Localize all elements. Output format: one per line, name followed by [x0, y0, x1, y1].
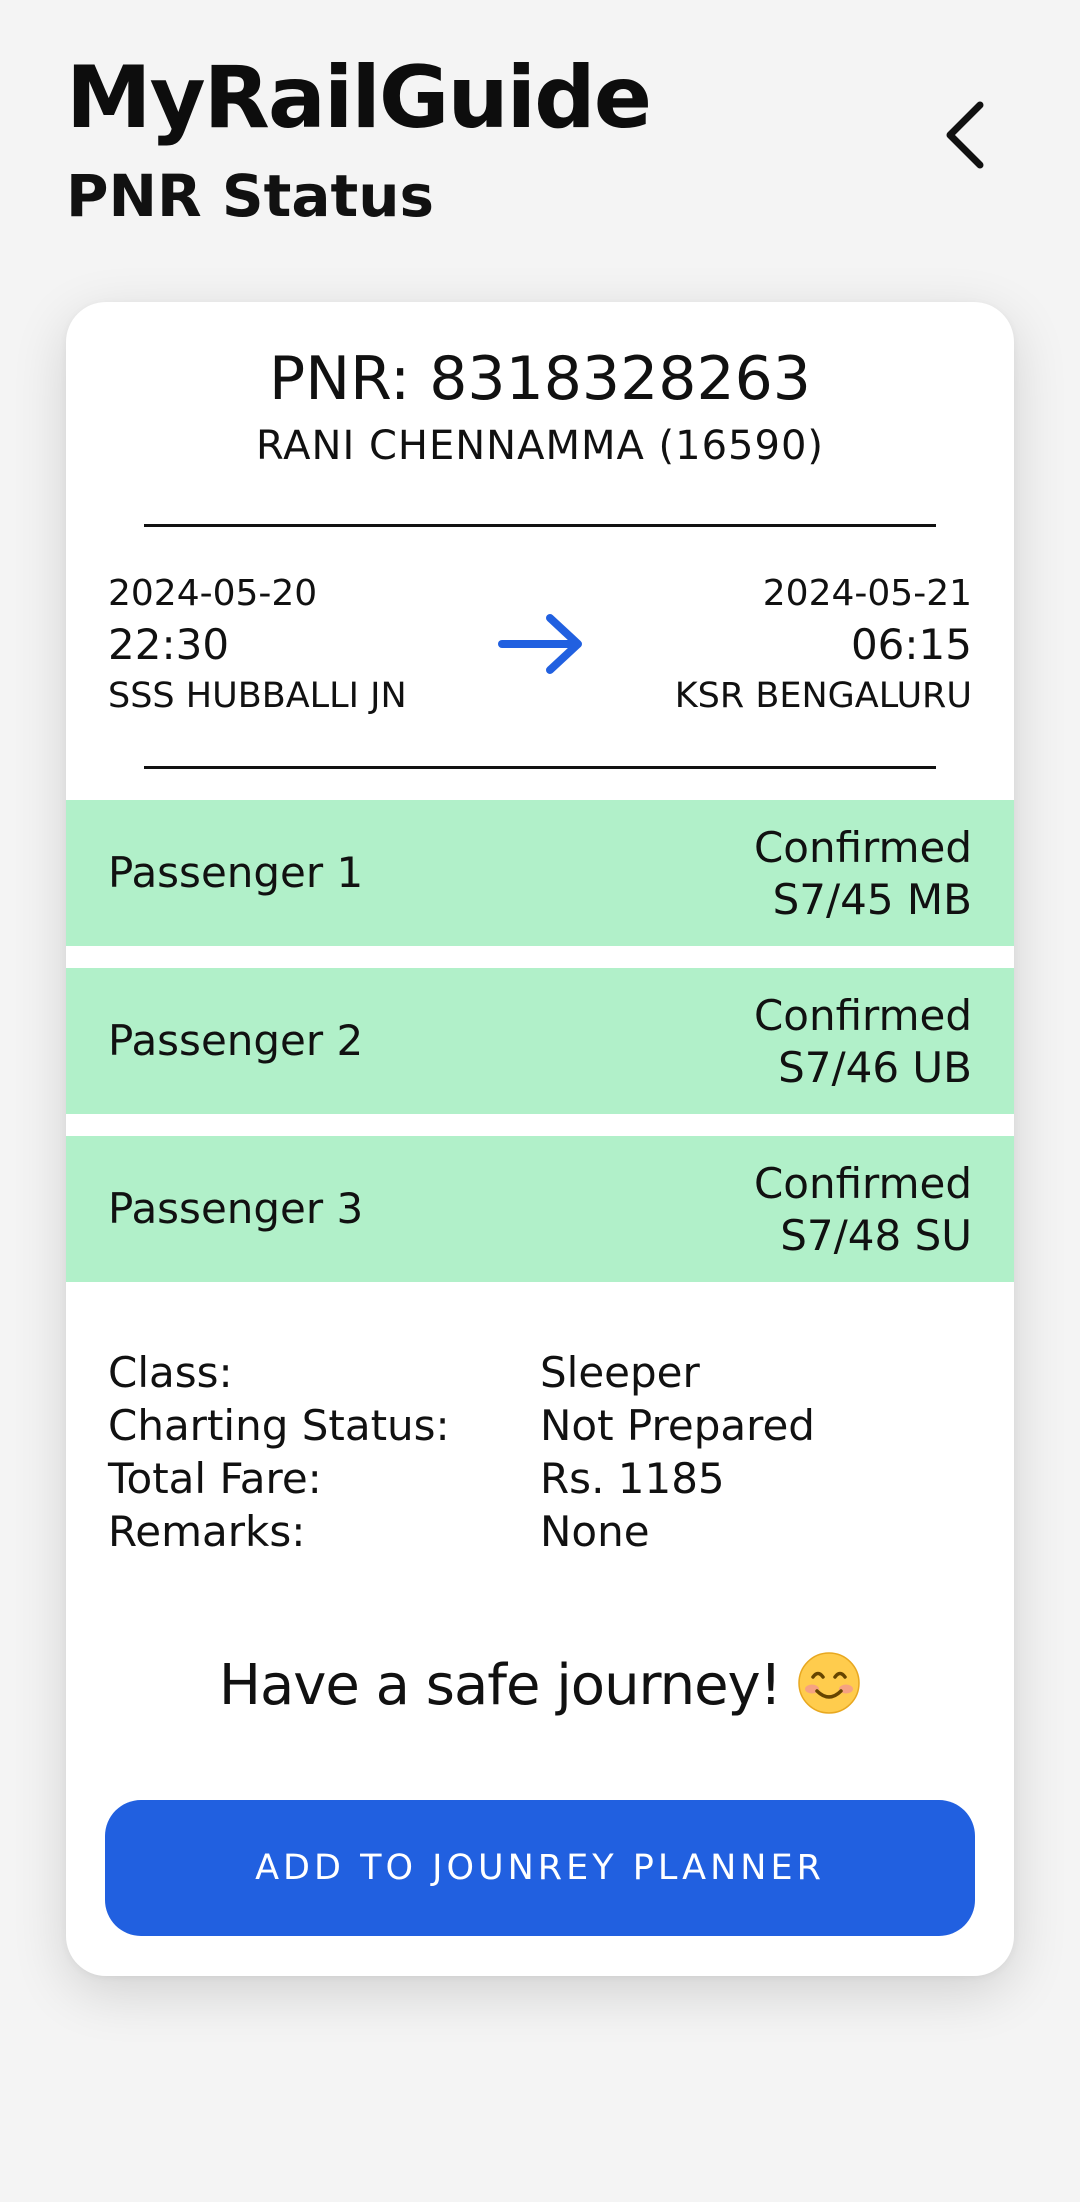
arrival-time: 06:15 [850, 620, 972, 669]
screen-title: PNR Status [66, 162, 435, 230]
divider [144, 524, 936, 527]
passenger-status: Confirmed S7/48 SU [754, 1158, 972, 1262]
remarks-label: Remarks: [108, 1507, 306, 1556]
berth-number: S7/48 SU [780, 1211, 972, 1260]
passenger-row: Passenger 1 Confirmed S7/45 MB [66, 800, 1014, 946]
passenger-row: Passenger 2 Confirmed S7/46 UB [66, 968, 1014, 1114]
add-to-journey-planner-button[interactable]: ADD TO JOUNREY PLANNER [105, 1800, 975, 1936]
app-title: MyRailGuide [66, 48, 652, 148]
pnr-status-card: PNR: 8318328263 RANI CHENNAMMA (16590) 2… [66, 302, 1014, 1976]
train-name: RANI CHENNAMMA (16590) [255, 423, 824, 469]
booking-status: Confirmed [753, 823, 972, 872]
charting-status-value: Not Prepared [540, 1401, 815, 1450]
passenger-name: Passenger 3 [108, 1184, 364, 1233]
passenger-row: Passenger 3 Confirmed S7/48 SU [66, 1136, 1014, 1282]
greeting-message: Have a safe journey! [66, 1646, 1014, 1726]
departure-date: 2024-05-20 [108, 573, 318, 614]
berth-number: S7/45 MB [772, 875, 972, 924]
class-value: Sleeper [540, 1348, 700, 1397]
arrival-date: 2024-05-21 [762, 573, 972, 614]
passenger-status: Confirmed S7/46 UB [754, 990, 972, 1094]
booking-status: Confirmed [753, 991, 972, 1040]
passenger-status: Confirmed S7/45 MB [754, 822, 972, 926]
booking-status: Confirmed [753, 1159, 972, 1208]
charting-status-label: Charting Status: [108, 1401, 450, 1450]
remarks-value: None [540, 1507, 650, 1556]
arrow-right-icon [498, 614, 582, 674]
total-fare-value: Rs. 1185 [540, 1454, 725, 1503]
pnr-number: PNR: 8318328263 [269, 344, 811, 414]
arrival-station: KSR BENGALURU [674, 676, 972, 716]
smiling-face-icon [798, 1652, 860, 1714]
departure-station: SSS HUBBALLI JN [108, 676, 407, 716]
berth-number: S7/46 UB [778, 1043, 972, 1092]
back-button[interactable] [920, 90, 1010, 180]
passenger-name: Passenger 1 [108, 848, 364, 897]
chevron-left-icon [946, 101, 984, 169]
greeting-text: Have a safe journey! [218, 1653, 782, 1718]
departure-time: 22:30 [108, 620, 230, 669]
passenger-name: Passenger 2 [108, 1016, 364, 1065]
total-fare-label: Total Fare: [108, 1454, 322, 1503]
departure-info: 2024-05-20 22:30 SSS HUBBALLI JN [108, 570, 488, 720]
divider [144, 766, 936, 769]
class-label: Class: [108, 1348, 233, 1397]
arrival-info: 2024-05-21 06:15 KSR BENGALURU [592, 570, 972, 720]
